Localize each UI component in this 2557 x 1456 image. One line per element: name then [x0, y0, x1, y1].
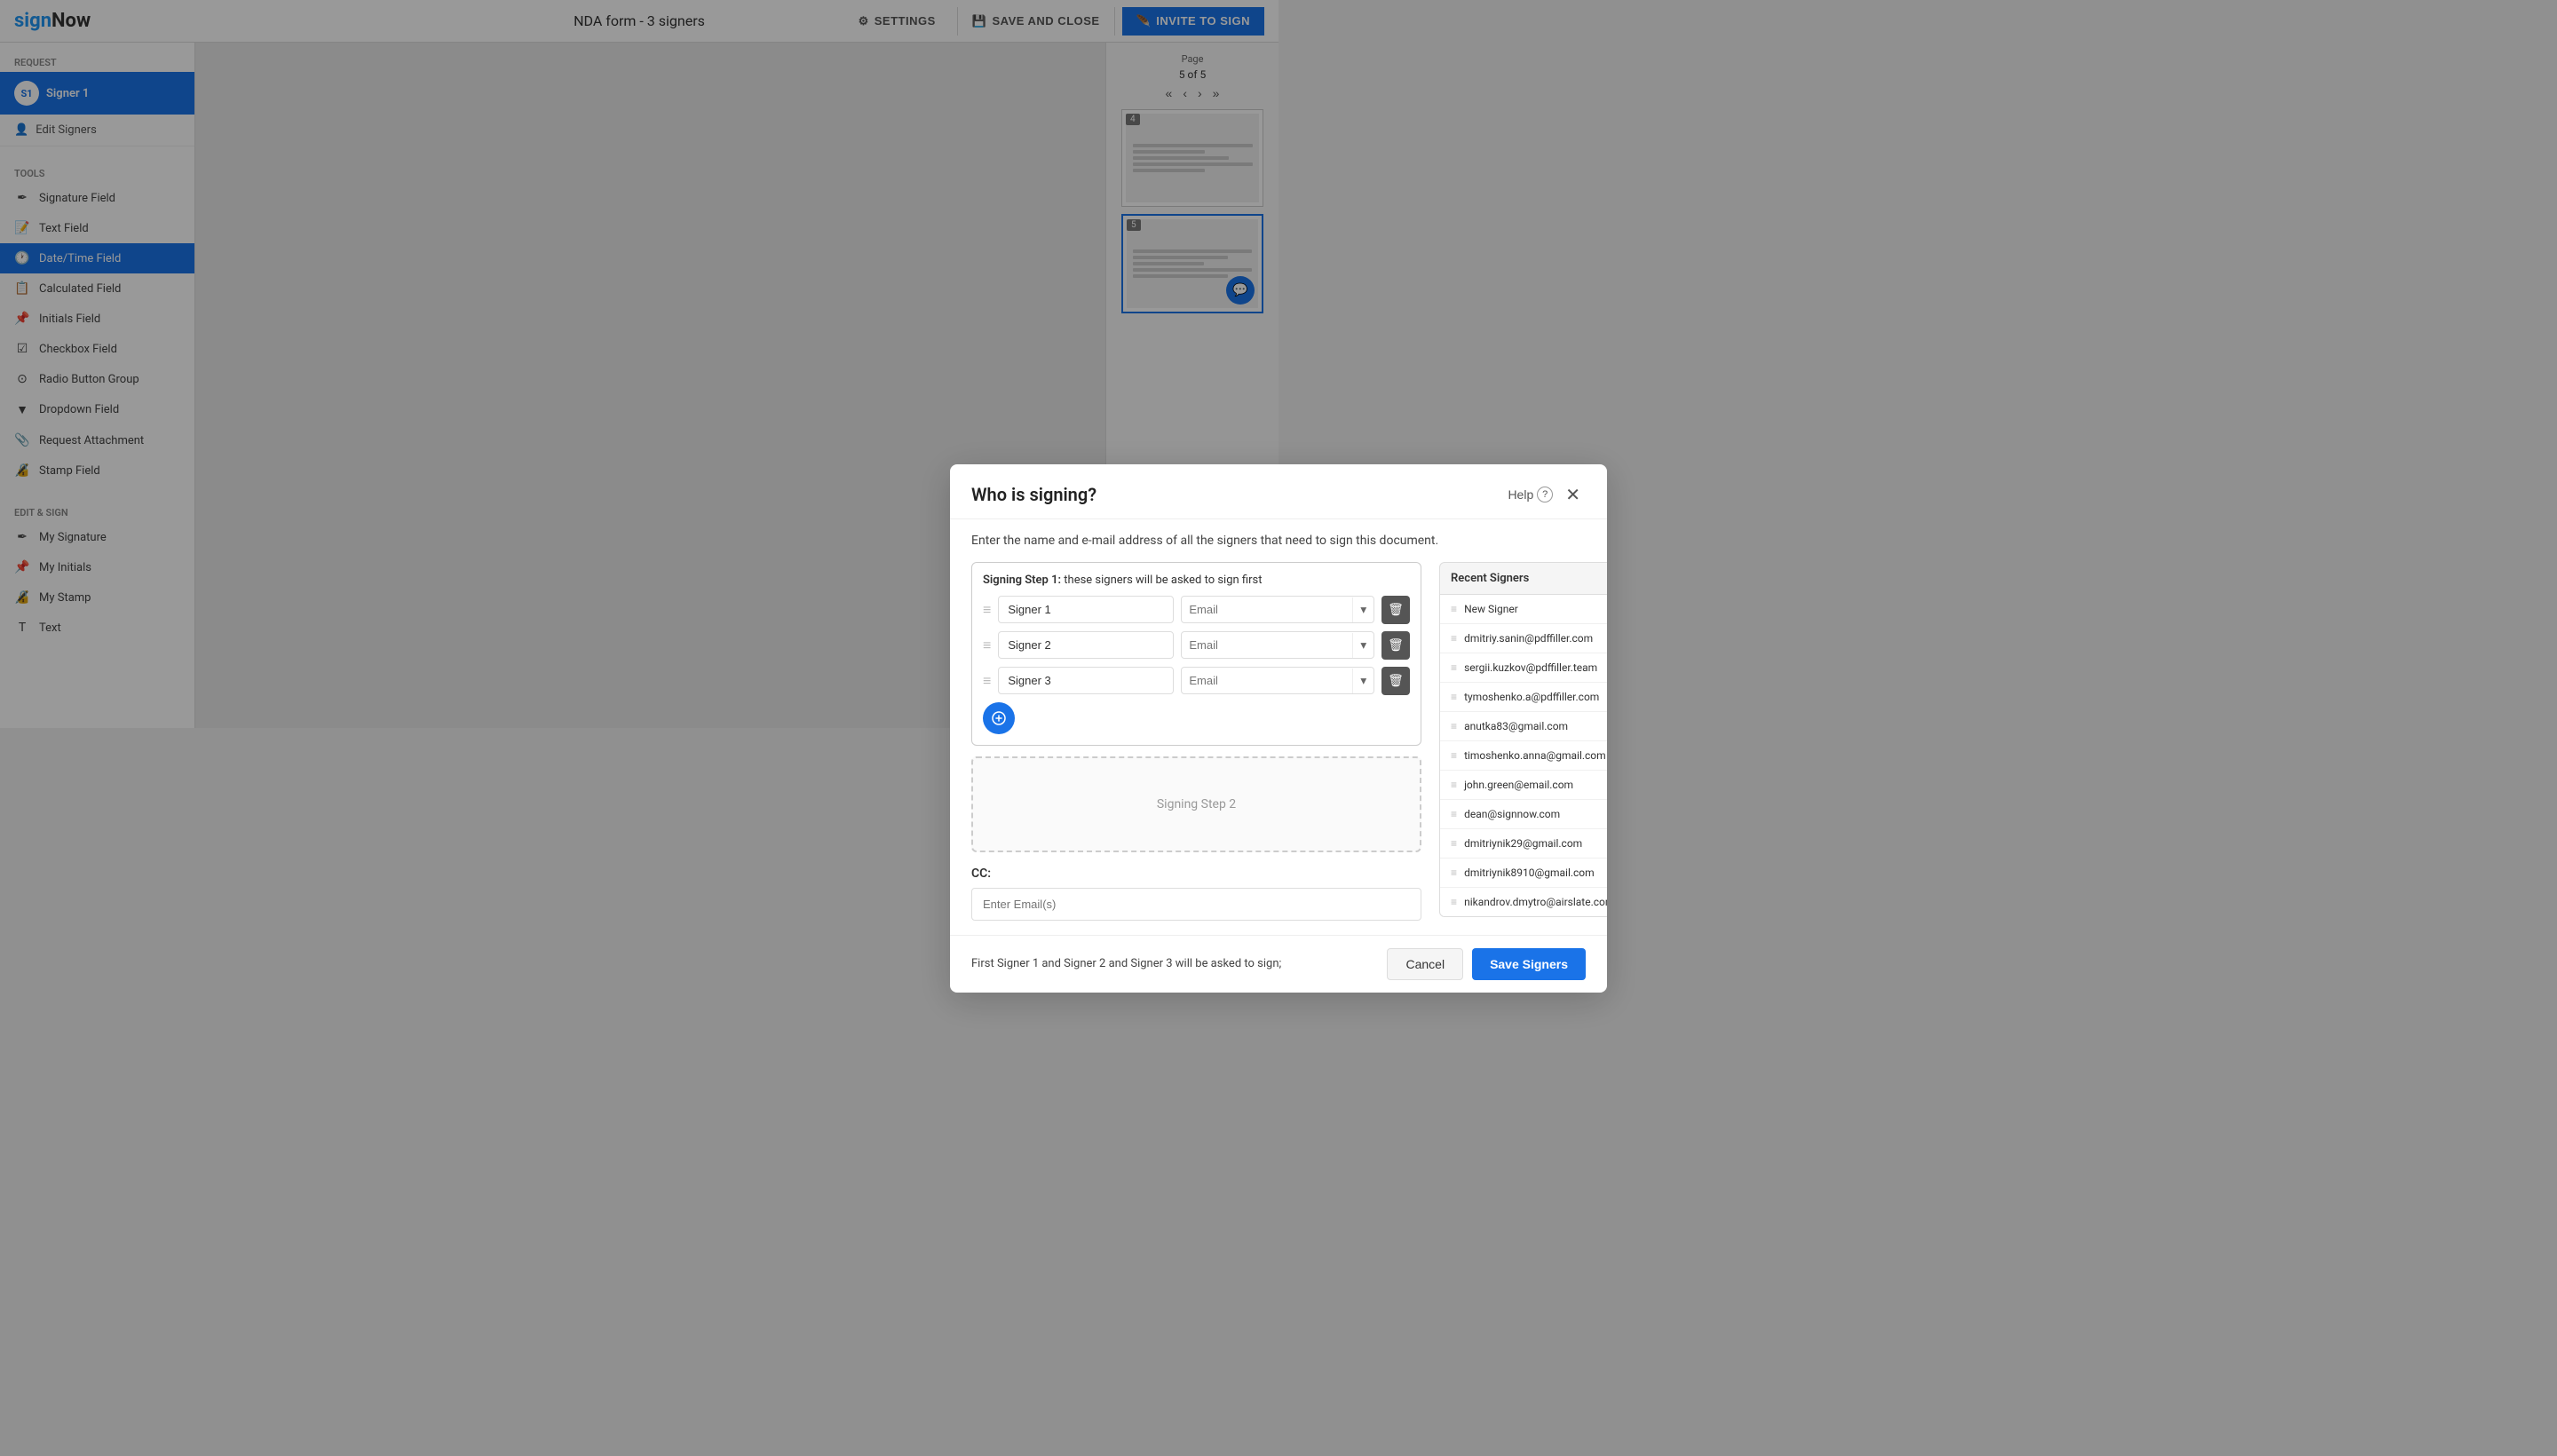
- help-button[interactable]: Help ?: [1508, 487, 1553, 502]
- drag-handle-icon[interactable]: ≡: [983, 672, 991, 690]
- signer-1-email-wrapper: ▾: [1181, 596, 1374, 623]
- recent-signer-10[interactable]: ≡ nikandrov.dmytro@airslate.com: [1440, 888, 1607, 916]
- add-signer-icon: [991, 710, 1007, 726]
- recent-drag-icon: ≡: [1451, 691, 1457, 703]
- recent-signers-panel: Recent Signers ≡ New Signer ≡ dmitriy.sa…: [1439, 562, 1607, 921]
- who-is-signing-modal: Who is signing? Help ? ✕ Enter the name …: [950, 464, 1607, 993]
- recent-drag-icon: ≡: [1451, 866, 1457, 879]
- recent-signers-label: Recent Signers: [1439, 562, 1607, 595]
- signer-3-email-dropdown[interactable]: ▾: [1352, 669, 1373, 693]
- recent-signer-8[interactable]: ≡ dmitriynik29@gmail.com: [1440, 829, 1607, 859]
- close-button[interactable]: ✕: [1560, 482, 1586, 508]
- cancel-button[interactable]: Cancel: [1387, 948, 1463, 980]
- modal-content: Signing Step 1: these signers will be as…: [971, 562, 1586, 921]
- signer-2-email-wrapper: ▾: [1181, 631, 1374, 659]
- modal-body: Enter the name and e-mail address of all…: [950, 519, 1607, 935]
- recent-drag-icon: ≡: [1451, 720, 1457, 732]
- signer-3-email-wrapper: ▾: [1181, 667, 1374, 694]
- step-2-placeholder: Signing Step 2: [984, 769, 1409, 840]
- recent-signer-9[interactable]: ≡ dmitriynik8910@gmail.com: [1440, 859, 1607, 888]
- help-icon: ?: [1537, 487, 1553, 502]
- recent-signer-1[interactable]: ≡ dmitriy.sanin@pdffiller.com: [1440, 624, 1607, 653]
- modal-description: Enter the name and e-mail address of all…: [971, 534, 1586, 548]
- cc-label: CC:: [971, 866, 1421, 881]
- recent-drag-icon: ≡: [1451, 808, 1457, 820]
- modal-title: Who is signing?: [971, 484, 1096, 505]
- step-1-label: Signing Step 1: these signers will be as…: [983, 574, 1410, 587]
- recent-signer-5[interactable]: ≡ timoshenko.anna@gmail.com: [1440, 741, 1607, 771]
- signer-3-delete-button[interactable]: 🗑: [1381, 667, 1410, 695]
- signer-2-email-input[interactable]: [1182, 632, 1352, 658]
- recent-drag-icon: ≡: [1451, 837, 1457, 850]
- signer-1-email-input[interactable]: [1182, 597, 1352, 622]
- signer-row-1: ≡ ▾ 🗑: [983, 596, 1410, 624]
- cc-email-input[interactable]: [971, 888, 1421, 921]
- modal-footer: First Signer 1 and Signer 2 and Signer 3…: [950, 935, 1607, 993]
- signer-1-delete-button[interactable]: 🗑: [1381, 596, 1410, 624]
- modal-header: Who is signing? Help ? ✕: [950, 464, 1607, 519]
- recent-signer-6[interactable]: ≡ john.green@email.com: [1440, 771, 1607, 800]
- recent-signer-4[interactable]: ≡ anutka83@gmail.com: [1440, 712, 1607, 741]
- recent-signer-2[interactable]: ≡ sergii.kuzkov@pdffiller.team: [1440, 653, 1607, 683]
- recent-drag-icon: ≡: [1451, 749, 1457, 762]
- footer-actions: Cancel Save Signers: [1387, 948, 1586, 980]
- footer-text: First Signer 1 and Signer 2 and Signer 3…: [971, 957, 1281, 970]
- save-signers-button[interactable]: Save Signers: [1472, 948, 1586, 980]
- drag-handle-icon[interactable]: ≡: [983, 601, 991, 619]
- modal-header-right: Help ? ✕: [1508, 482, 1586, 508]
- recent-drag-icon: ≡: [1451, 632, 1457, 645]
- signer-3-name-input[interactable]: [998, 667, 1174, 694]
- signer-3-email-input[interactable]: [1182, 668, 1352, 693]
- add-signer-button[interactable]: [983, 702, 1015, 734]
- recent-signers-list: ≡ New Signer ≡ dmitriy.sanin@pdffiller.c…: [1439, 595, 1607, 917]
- signer-2-name-input[interactable]: [998, 631, 1174, 659]
- signing-steps: Signing Step 1: these signers will be as…: [971, 562, 1421, 921]
- signer-row-3: ≡ ▾ 🗑: [983, 667, 1410, 695]
- recent-drag-icon: ≡: [1451, 603, 1457, 615]
- drag-handle-icon[interactable]: ≡: [983, 637, 991, 654]
- recent-signer-7[interactable]: ≡ dean@signnow.com: [1440, 800, 1607, 829]
- signer-1-email-dropdown[interactable]: ▾: [1352, 597, 1373, 622]
- recent-drag-icon: ≡: [1451, 896, 1457, 908]
- recent-signer-new[interactable]: ≡ New Signer: [1440, 595, 1607, 624]
- cc-section: CC:: [971, 866, 1421, 921]
- signing-step-1-box: Signing Step 1: these signers will be as…: [971, 562, 1421, 746]
- signer-1-name-input[interactable]: [998, 596, 1174, 623]
- signing-step-2-box: Signing Step 2: [971, 756, 1421, 852]
- signer-2-delete-button[interactable]: 🗑: [1381, 631, 1410, 660]
- signer-row-2: ≡ ▾ 🗑: [983, 631, 1410, 660]
- recent-signer-3[interactable]: ≡ tymoshenko.a@pdffiller.com: [1440, 683, 1607, 712]
- recent-drag-icon: ≡: [1451, 779, 1457, 791]
- signer-2-email-dropdown[interactable]: ▾: [1352, 633, 1373, 658]
- modal-overlay: Who is signing? Help ? ✕ Enter the name …: [0, 0, 2557, 1456]
- recent-drag-icon: ≡: [1451, 661, 1457, 674]
